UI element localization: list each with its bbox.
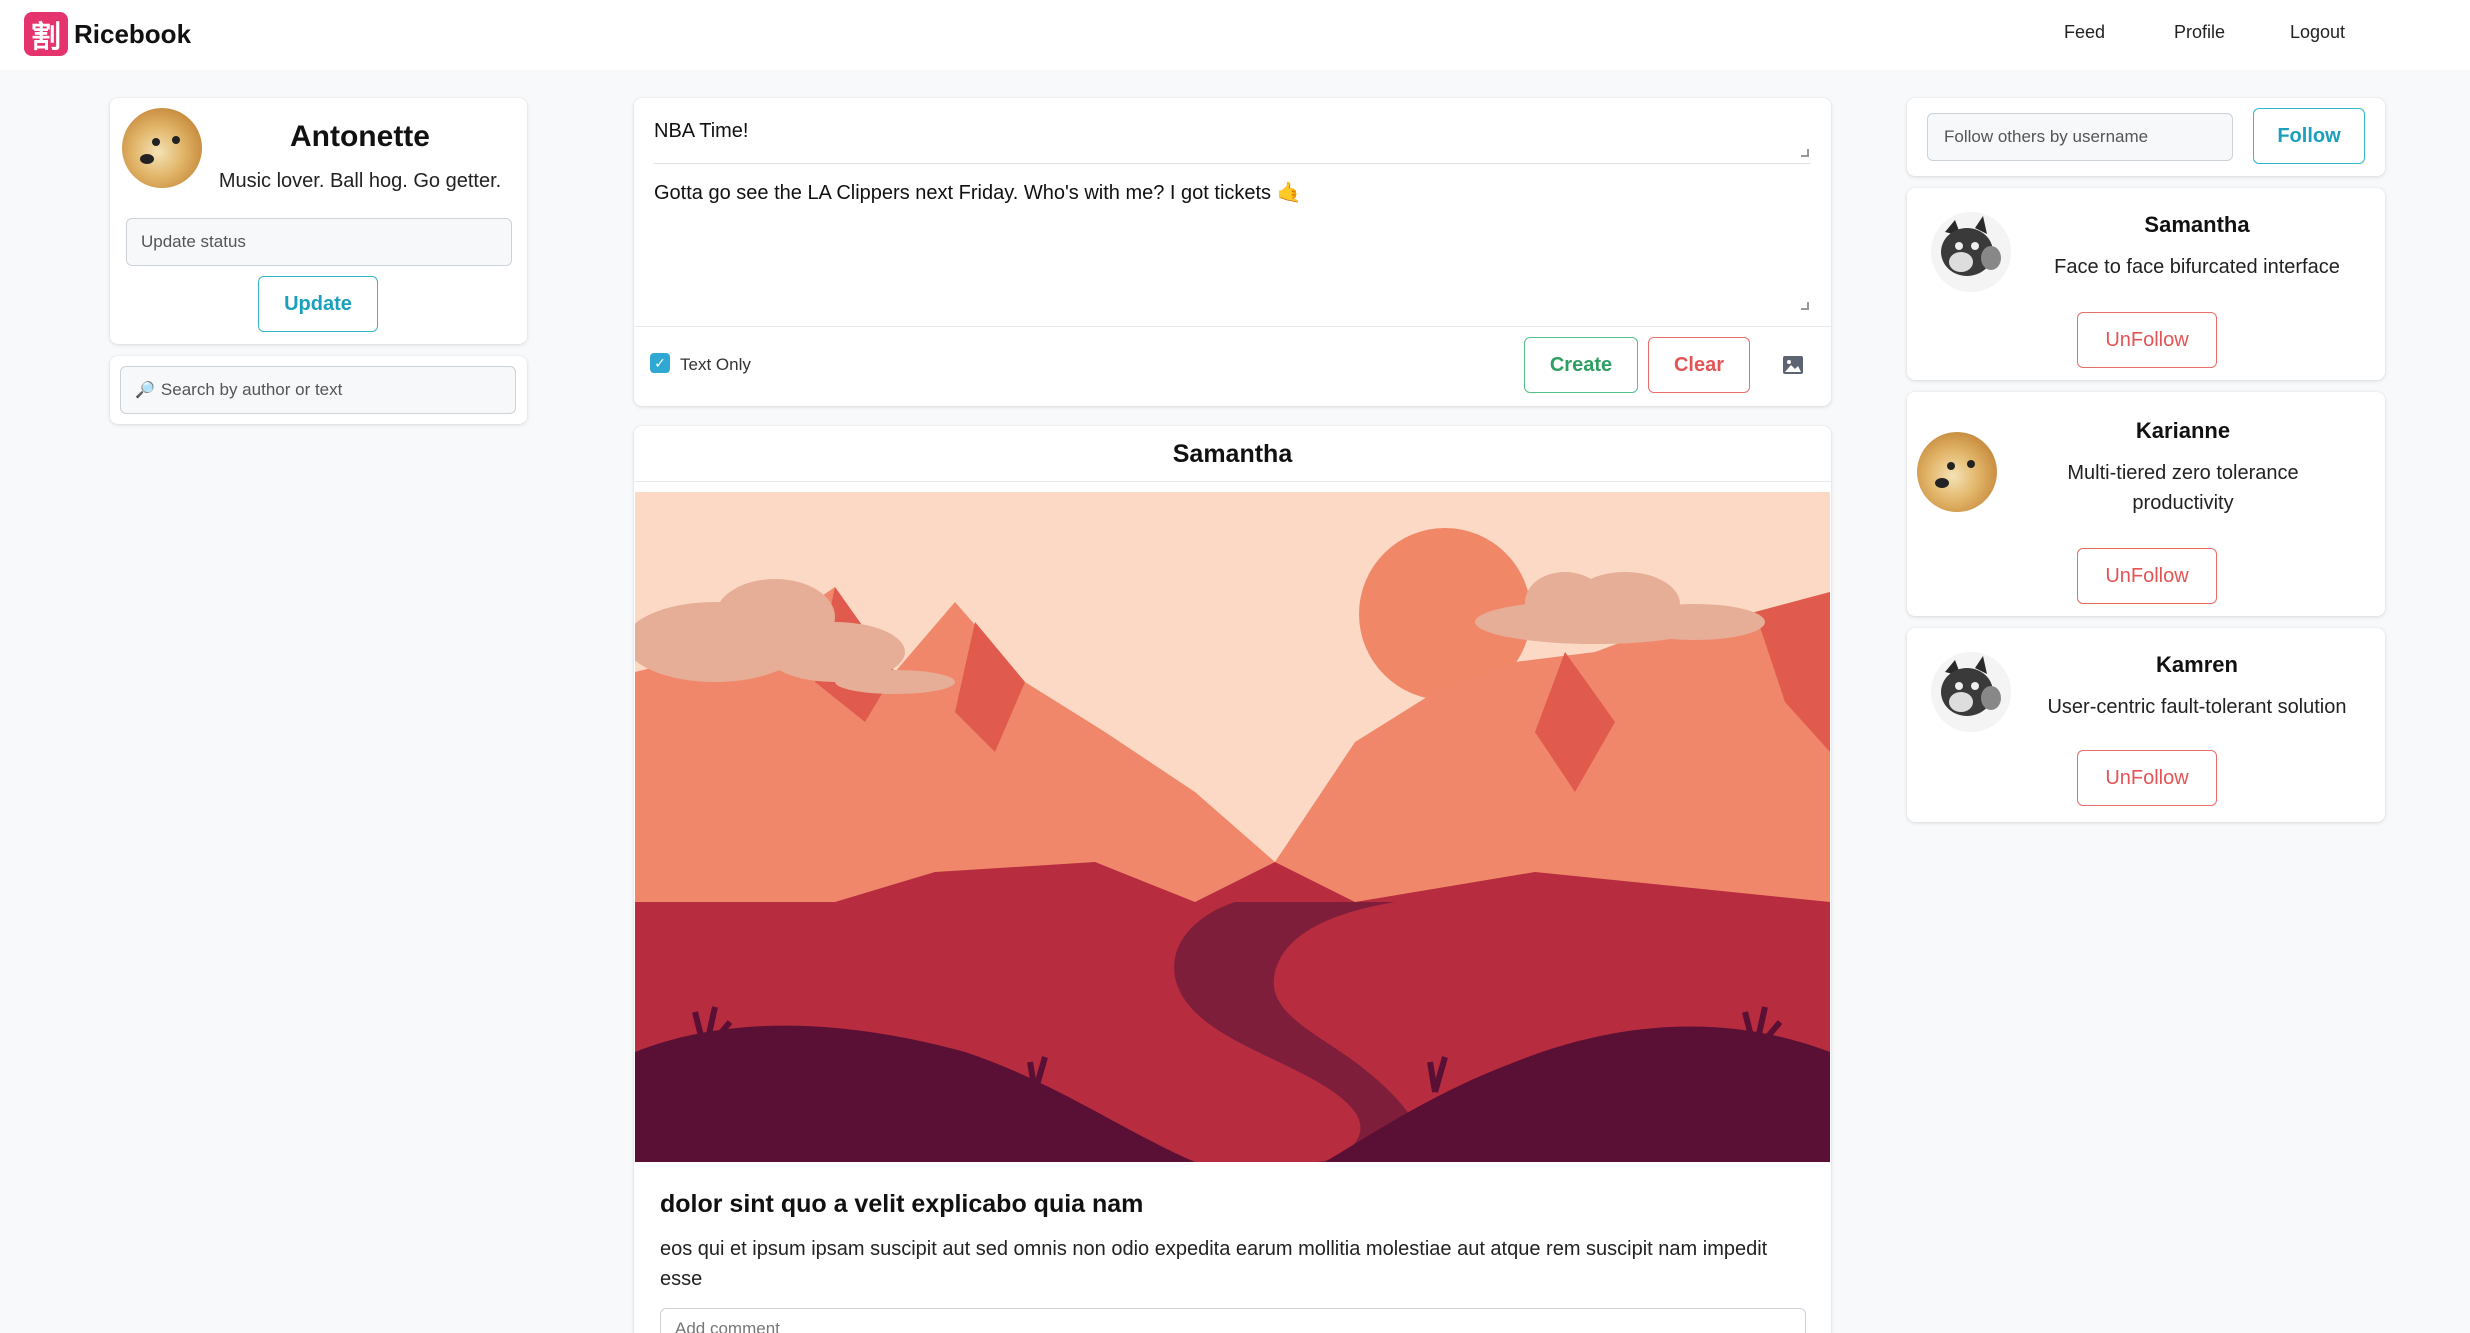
profile-card: Antonette Music lover. Ball hog. Go gett…	[110, 98, 527, 344]
composer-footer: ✓ Text Only Create Clear	[634, 326, 1831, 406]
followed-user-status: Face to face bifurcated interface	[2054, 256, 2340, 278]
clear-button[interactable]: Clear	[1648, 337, 1750, 393]
image-upload-icon[interactable]	[1782, 355, 1804, 375]
brand-logo-icon: 割	[24, 12, 68, 56]
profile-status: Music lover. Ball hog. Go getter.	[218, 170, 502, 192]
status-input[interactable]: Update status	[126, 218, 512, 266]
followed-user-card: Karianne Multi-tiered zero tolerance pro…	[1907, 392, 2385, 616]
unfollow-button[interactable]: UnFollow	[2077, 750, 2217, 806]
search-card: 🔎 Search by author or text	[110, 356, 527, 424]
brand-name: Ricebook	[74, 18, 192, 49]
post-body-value: Gotta go see the LA Clippers next Friday…	[654, 182, 1302, 204]
avatar	[1931, 212, 2011, 292]
followed-user-name: Karianne	[2135, 418, 2231, 443]
post-composer: NBA Time! Gotta go see the LA Clippers n…	[634, 98, 1831, 406]
followed-user-card: Samantha Face to face bifurcated interfa…	[1907, 188, 2385, 380]
navbar: 割 Ricebook Feed Profile Logout	[0, 0, 2470, 70]
post-title-input[interactable]: NBA Time!	[654, 98, 1811, 164]
followed-user-name: Samantha	[2144, 212, 2250, 237]
follow-button[interactable]: Follow	[2253, 108, 2365, 164]
create-button[interactable]: Create	[1524, 337, 1638, 393]
follow-username-input[interactable]: Follow others by username	[1927, 113, 2233, 161]
search-icon: 🔎	[135, 382, 155, 399]
brand[interactable]: 割 Ricebook	[24, 12, 191, 56]
post-card: Samantha dolor sint quo a velit explicab…	[634, 426, 1831, 1333]
avatar	[1917, 432, 1997, 512]
post-author: Samantha	[634, 426, 1831, 482]
comment-input[interactable]: Add comment	[660, 1308, 1806, 1333]
post-title: dolor sint quo a velit explicabo quia na…	[660, 1190, 1144, 1218]
nav-feed-link[interactable]: Feed	[2064, 22, 2105, 43]
nav-profile-link[interactable]: Profile	[2174, 22, 2225, 43]
unfollow-button[interactable]: UnFollow	[2077, 312, 2217, 368]
profile-name: Antonette	[290, 120, 430, 153]
search-placeholder: Search by author or text	[160, 380, 343, 399]
post-text: eos qui et ipsum ipsam suscipit aut sed …	[660, 1238, 1768, 1290]
resize-handle-icon[interactable]	[1801, 302, 1809, 310]
post-title-value: NBA Time!	[654, 120, 749, 142]
followed-user-status: User-centric fault-tolerant solution	[2047, 696, 2347, 718]
text-only-checkbox[interactable]: ✓	[650, 353, 670, 373]
unfollow-button[interactable]: UnFollow	[2077, 548, 2217, 604]
followed-user-status: Multi-tiered zero tolerance productivity	[2067, 462, 2299, 514]
resize-handle-icon[interactable]	[1801, 149, 1809, 157]
search-input[interactable]: 🔎 Search by author or text	[120, 366, 516, 414]
follow-card: Follow others by username Follow	[1907, 98, 2385, 176]
post-image	[635, 492, 1830, 1162]
post-body-input[interactable]: Gotta go see the LA Clippers next Friday…	[654, 180, 1811, 310]
nav-logout-link[interactable]: Logout	[2290, 22, 2345, 43]
update-button[interactable]: Update	[258, 276, 378, 332]
followed-user-card: Kamren User-centric fault-tolerant solut…	[1907, 628, 2385, 822]
avatar	[122, 108, 202, 188]
text-only-label: Text Only	[680, 355, 751, 374]
avatar	[1931, 652, 2011, 732]
followed-user-name: Kamren	[2156, 652, 2238, 677]
